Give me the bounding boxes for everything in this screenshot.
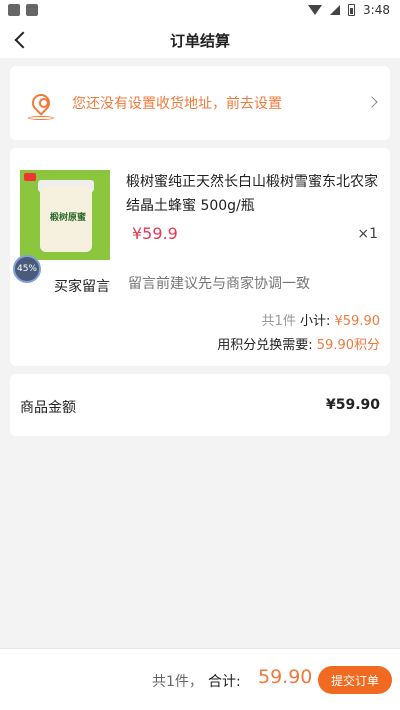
location-pin-icon: [28, 90, 54, 116]
buyer-message-input[interactable]: [128, 276, 378, 292]
product-price: ¥59.9: [132, 224, 178, 243]
submit-order-button[interactable]: 提交订单: [318, 666, 392, 694]
progress-badge[interactable]: 45%: [13, 255, 41, 283]
battery-icon: [348, 4, 356, 16]
status-bar: 3:48: [0, 0, 400, 22]
product-quantity: ×1: [357, 226, 378, 242]
checkout-bar: 共1件， 合计: 59.90 提交订单: [0, 648, 400, 710]
page-title: 订单结算: [169, 32, 230, 50]
subtotal-line: 共1件 小计: ¥59.90: [262, 310, 380, 329]
item-count: 共1件: [261, 314, 296, 329]
clock: 3:48: [363, 3, 390, 17]
goods-total-card: 商品金额 ¥59.90: [10, 374, 390, 436]
signal-icon: [330, 5, 341, 15]
nav-bar: 订单结算: [0, 22, 400, 58]
goods-total-value: ¥59.90: [325, 397, 380, 413]
order-card: 椴树原蜜 45% 椴树蜜纯正天然长白山椴树雪蜜东北农家结晶土蜂蜜 500g/瓶 …: [10, 148, 390, 366]
notification-icon: [8, 4, 20, 16]
location-pin-base: [28, 116, 54, 120]
wifi-icon: [308, 5, 323, 15]
product-thumbnail[interactable]: 椴树原蜜: [20, 170, 110, 260]
address-prompt: 您还没有设置收货地址，前去设置: [72, 96, 282, 112]
notification-icons: [8, 4, 38, 16]
subtotal-label: 小计:: [299, 314, 331, 329]
footer-item-count: 共1件，: [152, 674, 203, 690]
chevron-right-icon: [368, 96, 380, 108]
jar-label: 椴树原蜜: [50, 213, 87, 223]
address-card[interactable]: 您还没有设置收货地址，前去设置: [10, 66, 390, 140]
goods-total-label: 商品金额: [20, 400, 76, 416]
footer-total-value: 59.90: [258, 666, 313, 688]
product-name: 椴树蜜纯正天然长白山椴树雪蜜东北农家结晶土蜂蜜 500g/瓶: [126, 174, 378, 214]
brand-logo-icon: [24, 173, 36, 181]
points-label: 用积分兑换需要:: [217, 338, 313, 353]
points-value: 59.90积分: [316, 338, 380, 353]
app-notification-icon: [26, 4, 38, 16]
subtotal-value: ¥59.90: [334, 314, 381, 329]
points-line: 用积分兑换需要: 59.90积分: [217, 334, 380, 353]
buyer-message-label: 买家留言: [54, 279, 110, 295]
status-indicators: 3:48: [308, 3, 390, 17]
footer-total-label: 合计:: [208, 674, 241, 690]
